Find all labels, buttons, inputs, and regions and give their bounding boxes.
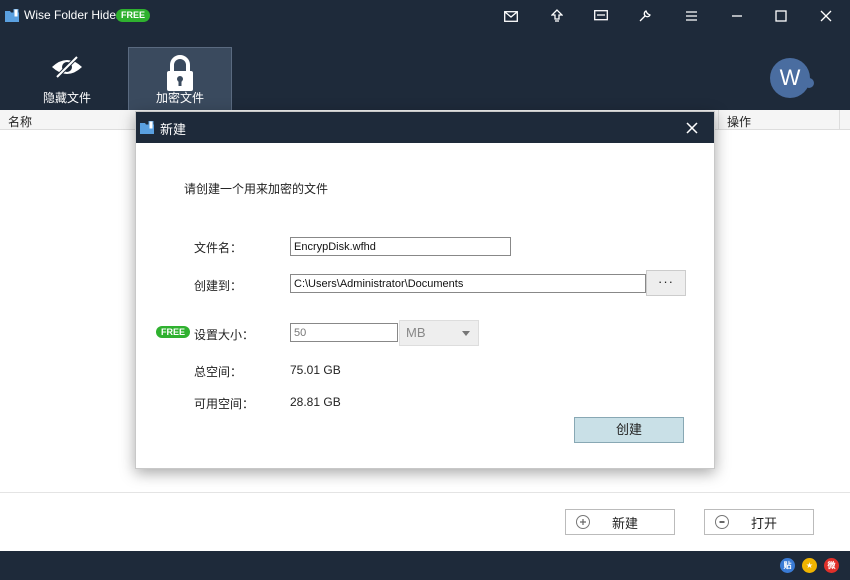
- dialog-prompt: 请创建一个用来加密的文件: [184, 182, 329, 196]
- chevron-down-icon: [462, 331, 470, 336]
- close-icon[interactable]: [815, 6, 837, 26]
- open-icon: [715, 515, 729, 529]
- display-icon[interactable]: [590, 6, 612, 26]
- avatar-dot: [804, 78, 814, 88]
- weibo-icon[interactable]: 微: [824, 558, 839, 573]
- free-badge: FREE: [156, 326, 191, 338]
- maximize-icon[interactable]: [770, 6, 792, 26]
- browse-button[interactable]: ···: [646, 270, 686, 296]
- new-button[interactable]: 新建: [565, 509, 675, 535]
- tab-encrypt-files[interactable]: 加密文件: [128, 47, 232, 110]
- menu-icon[interactable]: [680, 6, 702, 26]
- filename-label: 文件名：: [194, 241, 243, 255]
- column-action[interactable]: 操作: [718, 110, 840, 130]
- new-encrypted-file-dialog: 新建 请创建一个用来加密的文件 文件名： 创建到： ··· FREE 设置大小：…: [135, 111, 715, 469]
- filename-input[interactable]: [290, 237, 511, 256]
- new-button-label: 新建: [611, 515, 638, 531]
- minimize-icon[interactable]: [726, 6, 748, 26]
- tab-hide-files[interactable]: 隐藏文件: [15, 47, 119, 110]
- app-header: Wise Folder Hider FREE 隐藏文件 加密文件 W: [0, 0, 850, 110]
- tab-label: 加密文件: [155, 91, 204, 105]
- create-button[interactable]: 创建: [574, 417, 684, 443]
- size-unit-value: MB: [406, 325, 426, 340]
- tools-icon[interactable]: [634, 6, 656, 26]
- total-space-value: 75.01 GB: [290, 363, 341, 377]
- hidden-eye-icon: [52, 55, 82, 79]
- dialog-title-bar: 新建: [136, 112, 714, 143]
- column-name[interactable]: 名称: [8, 113, 32, 130]
- title-bar: Wise Folder Hider FREE: [0, 0, 850, 32]
- location-input[interactable]: [290, 274, 646, 293]
- free-badge: FREE: [116, 9, 151, 22]
- open-button[interactable]: 打开: [704, 509, 814, 535]
- avatar[interactable]: W: [770, 58, 814, 98]
- app-logo-icon: [5, 9, 19, 22]
- status-bar: 贴 ★ 微: [0, 551, 850, 580]
- location-label: 创建到：: [194, 279, 243, 293]
- dialog-title: 新建: [160, 122, 187, 137]
- size-unit-select[interactable]: MB: [399, 320, 479, 346]
- add-icon: [576, 515, 590, 529]
- size-label: 设置大小：: [194, 328, 255, 342]
- size-input[interactable]: [290, 323, 398, 342]
- free-space-value: 28.81 GB: [290, 395, 341, 409]
- lock-icon: [167, 55, 193, 91]
- tab-label: 隐藏文件: [42, 91, 91, 105]
- star-icon[interactable]: ★: [802, 558, 817, 573]
- open-button-label: 打开: [750, 515, 777, 531]
- total-space-label: 总空间：: [194, 365, 243, 379]
- bottom-toolbar: 新建 打开: [0, 492, 850, 551]
- upload-icon[interactable]: [546, 6, 568, 26]
- dialog-close-icon[interactable]: [684, 120, 700, 136]
- mail-icon[interactable]: [500, 6, 522, 26]
- app-title: Wise Folder Hider: [24, 8, 121, 22]
- tieba-icon[interactable]: 贴: [780, 558, 795, 573]
- free-space-label: 可用空间：: [194, 397, 255, 411]
- app-logo-icon: [140, 121, 154, 134]
- avatar-letter: W: [779, 65, 801, 90]
